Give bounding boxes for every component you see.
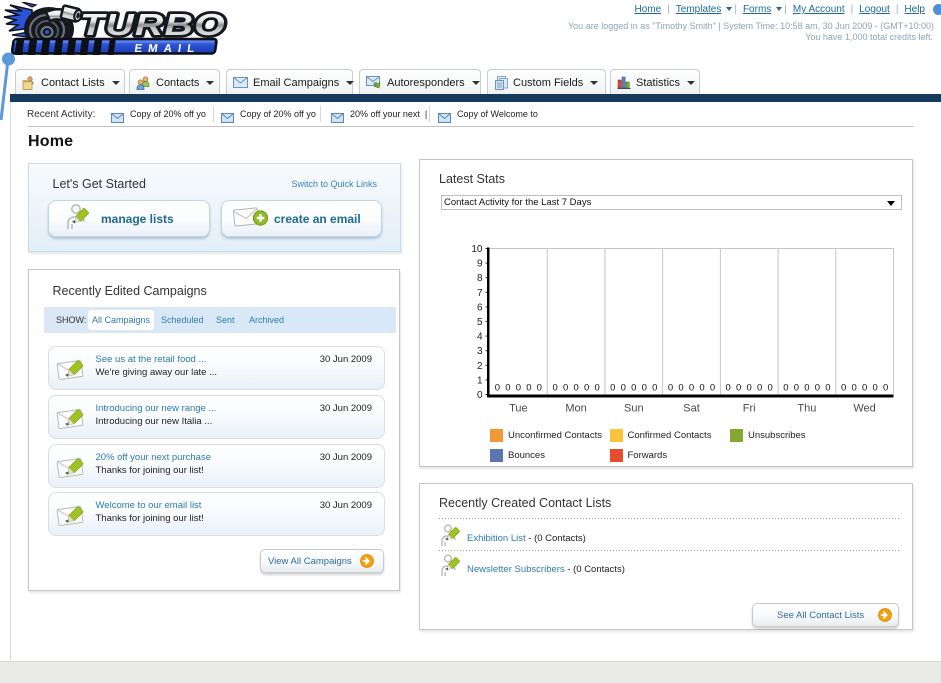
svg-text:3: 3 <box>477 346 483 357</box>
svg-text:0: 0 <box>736 383 741 394</box>
svg-text:0: 0 <box>768 383 773 394</box>
svg-text:0: 0 <box>689 383 694 394</box>
svg-text:0: 0 <box>851 383 856 394</box>
svg-text:0: 0 <box>757 383 762 394</box>
svg-text:Sat: Sat <box>683 403 700 415</box>
svg-text:0: 0 <box>631 383 636 394</box>
svg-text:0: 0 <box>726 383 731 394</box>
svg-text:0: 0 <box>668 383 673 394</box>
svg-text:0: 0 <box>747 383 752 394</box>
svg-text:Thu: Thu <box>797 403 816 415</box>
svg-text:0: 0 <box>594 383 599 394</box>
svg-text:0: 0 <box>537 383 542 394</box>
svg-text:EMAIL: EMAIL <box>134 43 201 55</box>
svg-text:1: 1 <box>477 375 483 386</box>
svg-text:Tue: Tue <box>509 403 528 415</box>
svg-text:7: 7 <box>477 288 483 299</box>
svg-text:0: 0 <box>783 383 788 394</box>
svg-text:0: 0 <box>526 383 531 394</box>
svg-text:0: 0 <box>652 383 657 394</box>
svg-text:0: 0 <box>505 383 510 394</box>
svg-text:0: 0 <box>621 383 626 394</box>
svg-text:0: 0 <box>815 383 820 394</box>
svg-text:0: 0 <box>477 390 483 401</box>
svg-text:Fri: Fri <box>743 403 756 415</box>
svg-text:4: 4 <box>477 332 483 343</box>
svg-text:0: 0 <box>563 383 568 394</box>
svg-text:Mon: Mon <box>565 403 586 415</box>
svg-text:0: 0 <box>678 383 683 394</box>
svg-text:0: 0 <box>825 383 830 394</box>
svg-text:0: 0 <box>699 383 704 394</box>
svg-text:0: 0 <box>573 383 578 394</box>
svg-text:Wed: Wed <box>853 403 875 415</box>
svg-text:0: 0 <box>794 383 799 394</box>
svg-text:0: 0 <box>495 383 500 394</box>
svg-text:0: 0 <box>872 383 877 394</box>
svg-text:0: 0 <box>841 383 846 394</box>
svg-text:Sun: Sun <box>624 403 644 415</box>
svg-text:8: 8 <box>477 273 483 284</box>
svg-text:0: 0 <box>584 383 589 394</box>
svg-text:0: 0 <box>610 383 615 394</box>
svg-text:0: 0 <box>710 383 715 394</box>
svg-text:0: 0 <box>862 383 867 394</box>
svg-text:9: 9 <box>477 259 483 270</box>
svg-text:TURBO: TURBO <box>80 7 226 42</box>
svg-text:6: 6 <box>477 302 483 313</box>
svg-text:0: 0 <box>883 383 888 394</box>
svg-text:2: 2 <box>477 361 483 372</box>
svg-text:5: 5 <box>477 317 483 328</box>
svg-text:0: 0 <box>516 383 521 394</box>
svg-text:0: 0 <box>642 383 647 394</box>
svg-text:10: 10 <box>471 244 483 255</box>
svg-text:0: 0 <box>552 383 557 394</box>
svg-text:0: 0 <box>804 383 809 394</box>
